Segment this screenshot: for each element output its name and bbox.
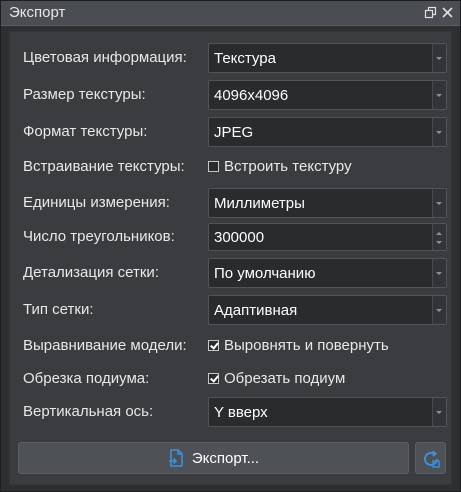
- vertical-axis-select[interactable]: Y вверх: [208, 397, 447, 427]
- row-podium-trim: Обрезка подиума: Обрезать подиум: [23, 364, 447, 394]
- row-units: Единицы измерения: Миллиметры: [23, 188, 447, 218]
- units-label: Единицы измерения:: [23, 194, 170, 211]
- chevron-down-icon[interactable]: [432, 44, 446, 72]
- model-align-label: Выравнивание модели:: [23, 337, 187, 354]
- vertical-axis-label: Вертикальная ось:: [23, 403, 154, 420]
- spin-up-icon[interactable]: [436, 232, 442, 235]
- row-color-info: Цветовая информация: Текстура: [23, 43, 447, 73]
- chevron-down-icon[interactable]: [432, 398, 446, 426]
- export-settings-panel: Цветовая информация: Текстура Размер тек…: [9, 31, 452, 485]
- mesh-type-select[interactable]: Адаптивная: [208, 295, 447, 325]
- spin-arrows-icon[interactable]: [432, 224, 446, 250]
- chevron-down-icon[interactable]: [432, 81, 446, 109]
- texture-format-select[interactable]: JPEG: [208, 117, 447, 147]
- mesh-detail-label: Детализация сетки:: [23, 264, 159, 281]
- title-bar-buttons: [424, 6, 454, 19]
- export-window: Экспорт Цветовая информация: Текстура Ра…: [0, 0, 461, 492]
- color-info-select[interactable]: Текстура: [208, 43, 447, 73]
- title-bar[interactable]: Экспорт: [1, 1, 460, 26]
- texture-size-select[interactable]: 4096x4096: [208, 80, 447, 110]
- window-title: Экспорт: [9, 4, 66, 21]
- trim-podium-checkbox-label: Обрезать подиум: [224, 370, 346, 387]
- vertical-axis-value: Y вверх: [214, 404, 268, 421]
- checkbox-checked-icon[interactable]: [208, 340, 219, 351]
- close-icon[interactable]: [441, 6, 454, 19]
- mesh-detail-select[interactable]: По умолчанию: [208, 258, 447, 288]
- refresh-settings-button[interactable]: [415, 442, 446, 474]
- color-info-label: Цветовая информация:: [23, 49, 187, 66]
- units-value: Миллиметры: [214, 195, 305, 212]
- row-mesh-type: Тип сетки: Адаптивная: [23, 295, 447, 325]
- row-model-align: Выравнивание модели: Выровнять и поверну…: [23, 331, 447, 361]
- checkbox-unchecked-icon[interactable]: [208, 161, 219, 172]
- texture-format-value: JPEG: [214, 124, 254, 141]
- triangle-count-label: Число треугольников:: [23, 228, 175, 245]
- checkbox-checked-icon[interactable]: [208, 373, 219, 384]
- align-model-checkbox[interactable]: Выровнять и повернуть: [208, 337, 389, 354]
- chevron-down-icon[interactable]: [432, 259, 446, 287]
- chevron-down-icon[interactable]: [432, 189, 446, 217]
- row-triangle-count: Число треугольников: 300000: [23, 223, 447, 251]
- triangle-count-value[interactable]: 300000: [214, 229, 264, 246]
- mesh-type-label: Тип сетки:: [23, 301, 94, 318]
- units-select[interactable]: Миллиметры: [208, 188, 447, 218]
- export-file-icon: [168, 449, 183, 467]
- texture-format-label: Формат текстуры:: [23, 123, 148, 140]
- trim-podium-checkbox[interactable]: Обрезать подиум: [208, 370, 345, 387]
- row-texture-size: Размер текстуры: 4096x4096: [23, 80, 447, 110]
- podium-trim-label: Обрезка подиума:: [23, 370, 150, 387]
- chevron-down-icon[interactable]: [432, 296, 446, 324]
- refresh-settings-icon: [424, 450, 440, 468]
- row-texture-format: Формат текстуры: JPEG: [23, 117, 447, 147]
- texture-embed-label: Встраивание текстуры:: [23, 158, 185, 175]
- chevron-down-icon[interactable]: [432, 118, 446, 146]
- export-button-label: Экспорт...: [191, 449, 260, 467]
- export-button[interactable]: Экспорт...: [18, 442, 409, 474]
- spin-down-icon[interactable]: [436, 241, 442, 244]
- row-vertical-axis: Вертикальная ось: Y вверх: [23, 397, 447, 427]
- color-info-value: Текстура: [214, 50, 276, 67]
- restore-icon[interactable]: [424, 6, 437, 19]
- mesh-detail-value: По умолчанию: [214, 265, 316, 282]
- row-mesh-detail: Детализация сетки: По умолчанию: [23, 258, 447, 288]
- embed-texture-checkbox-label: Встроить текстуру: [224, 158, 352, 175]
- texture-size-value: 4096x4096: [214, 87, 289, 104]
- row-texture-embed: Встраивание текстуры: Встроить текстуру: [23, 152, 447, 182]
- embed-texture-checkbox[interactable]: Встроить текстуру: [208, 158, 352, 175]
- mesh-type-value: Адаптивная: [214, 302, 298, 319]
- triangle-count-spinbox[interactable]: 300000: [208, 223, 447, 251]
- align-model-checkbox-label: Выровнять и повернуть: [224, 337, 389, 354]
- texture-size-label: Размер текстуры:: [23, 86, 146, 103]
